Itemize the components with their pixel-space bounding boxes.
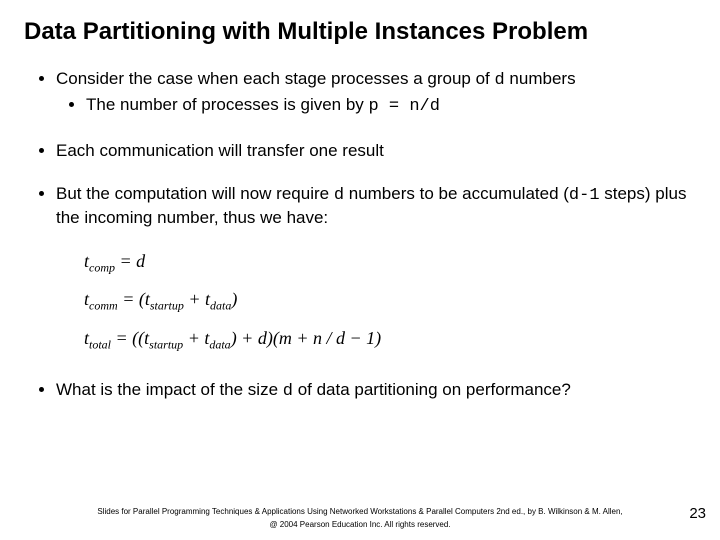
e3-sub: total — [89, 338, 111, 352]
e2-end: ) — [231, 289, 237, 309]
b3-code-d1: d-1 — [569, 186, 600, 205]
b4-code-d: d — [283, 382, 293, 401]
b1-text-b: numbers — [505, 69, 576, 88]
b3-text-b: numbers to be accumulated ( — [344, 184, 569, 203]
e2-plus: + t — [184, 289, 210, 309]
b1-text-a: Consider the case when each stage proces… — [56, 69, 495, 88]
e2-s1: startup — [150, 299, 184, 313]
b3-code-d: d — [334, 186, 344, 205]
e3-s1: startup — [149, 338, 183, 352]
e3-s2: data — [209, 338, 230, 352]
eq-ttotal: ttotal = ((tstartup + tdata) + d)(m + n … — [84, 328, 692, 353]
page-number: 23 — [689, 505, 706, 522]
eq-tcomp: tcomp = d — [84, 251, 692, 276]
e1-sub: comp — [89, 260, 115, 274]
e2-s2: data — [210, 299, 231, 313]
e3-a: = ((t — [111, 328, 149, 348]
e2-mid: = (t — [118, 289, 150, 309]
b4-text-a: What is the impact of the size — [56, 380, 283, 399]
footer-line-2: @ 2004 Pearson Education Inc. All rights… — [0, 519, 720, 532]
bullet-1: Consider the case when each stage proces… — [56, 68, 692, 118]
bullet-list-2: What is the impact of the size d of data… — [28, 379, 692, 403]
slide-title: Data Partitioning with Multiple Instance… — [24, 18, 692, 46]
e2-sub: comm — [89, 299, 118, 313]
e3-c: ) + d)(m + n / d − 1) — [231, 328, 381, 348]
b3-text-a: But the computation will now require — [56, 184, 334, 203]
bullet-1-sub-1: The number of processes is given by p = … — [86, 94, 692, 118]
e1-r: = d — [115, 251, 145, 271]
b1s-text: The number of processes is given by — [86, 95, 369, 114]
b1-code-d: d — [495, 71, 505, 90]
bullet-list: Consider the case when each stage proces… — [28, 68, 692, 229]
eq-tcomm: tcomm = (tstartup + tdata) — [84, 289, 692, 314]
b1s-code: p = n/d — [369, 97, 440, 116]
bullet-2: Each communication will transfer one res… — [56, 140, 692, 162]
b4-text-b: of data partitioning on performance? — [293, 380, 571, 399]
bullet-3: But the computation will now require d n… — [56, 183, 692, 229]
bullet-4: What is the impact of the size d of data… — [56, 379, 692, 403]
footer: Slides for Parallel Programming Techniqu… — [0, 506, 720, 532]
equations: tcomp = d tcomm = (tstartup + tdata) tto… — [84, 251, 692, 353]
bullet-1-sub: The number of processes is given by p = … — [56, 94, 692, 118]
slide: Data Partitioning with Multiple Instance… — [0, 0, 720, 540]
e3-b: + t — [183, 328, 209, 348]
footer-line-1: Slides for Parallel Programming Techniqu… — [0, 506, 720, 519]
